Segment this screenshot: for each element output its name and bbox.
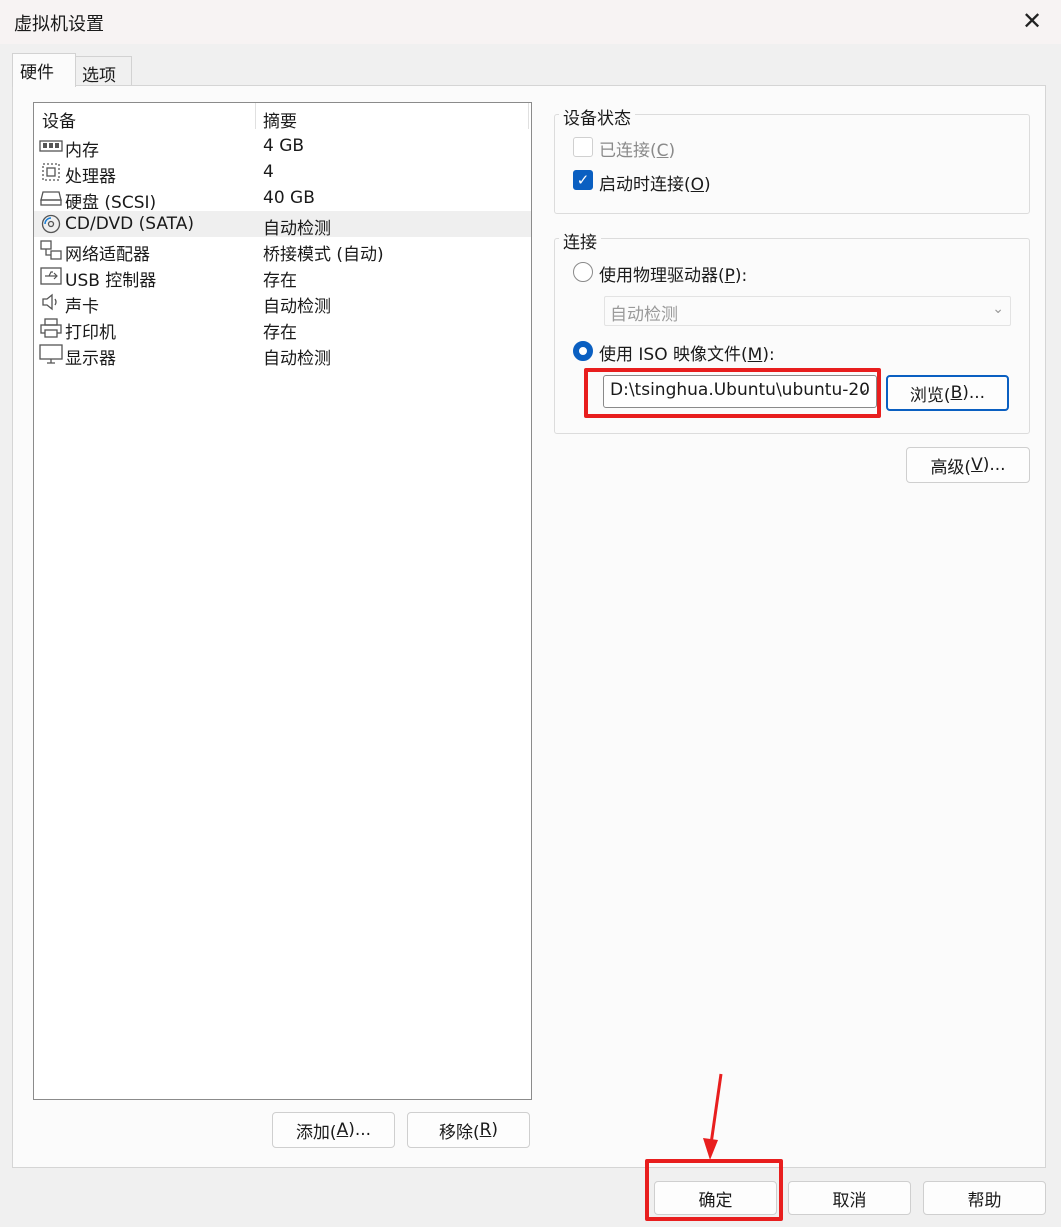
connected-label: 已连接(C)	[599, 136, 675, 161]
window-title: 虚拟机设置	[14, 14, 104, 35]
close-icon[interactable]: ✕	[1017, 6, 1047, 36]
remove-device-button[interactable]: 移除(R)	[407, 1112, 530, 1148]
device-row-hard-disk[interactable]: 硬盘 (SCSI) 40 GB	[34, 185, 531, 213]
tab-strip: 硬件 选项	[0, 44, 1061, 87]
connect-at-power-on-checkbox[interactable]: ✓	[573, 170, 593, 190]
cancel-button[interactable]: 取消	[788, 1181, 911, 1215]
device-summary: 桥接模式 (自动)	[263, 245, 384, 265]
physical-drive-label: 使用物理驱动器(P):	[599, 261, 747, 286]
physical-drive-select: 自动检测 ⌄	[604, 296, 1011, 326]
iso-image-accelerator: M	[747, 345, 763, 365]
remove-button-suffix: )	[491, 1120, 499, 1140]
device-name: CD/DVD (SATA)	[65, 214, 194, 234]
device-name: 显示器	[65, 349, 116, 369]
sound-card-icon	[42, 293, 57, 311]
connect-on-power-suffix: )	[704, 175, 711, 195]
physical-drive-suffix: ):	[734, 266, 748, 286]
chevron-down-icon: ⌄	[992, 301, 1004, 317]
device-status-legend: 设备状态	[559, 104, 635, 129]
connected-suffix: )	[668, 141, 676, 161]
browse-accelerator: B	[950, 383, 963, 403]
device-list-header: 设备 摘要	[34, 103, 531, 132]
ok-button[interactable]: 确定	[654, 1181, 777, 1215]
device-summary: 存在	[263, 271, 297, 291]
connected-text: 已连接(	[599, 141, 657, 161]
add-button-suffix: )...	[348, 1120, 372, 1140]
title-bar: 虚拟机设置 ✕	[0, 0, 1061, 44]
device-name: 打印机	[65, 323, 116, 343]
advanced-text: 高级(	[930, 457, 972, 478]
remove-button-text: 移除(	[438, 1122, 480, 1143]
connected-accelerator: C	[656, 141, 669, 161]
remove-button-accelerator: R	[479, 1120, 492, 1140]
device-name: 内存	[65, 141, 99, 161]
device-summary: 4	[263, 162, 274, 182]
physical-drive-accelerator: P	[724, 266, 735, 286]
connect-on-power-text: 启动时连接(	[599, 175, 691, 195]
add-device-button[interactable]: 添加(A)...	[272, 1112, 395, 1148]
add-button-accelerator: A	[336, 1120, 349, 1140]
iso-image-label: 使用 ISO 映像文件(M):	[599, 340, 775, 365]
printer-icon	[40, 318, 62, 338]
connect-on-power-accelerator: O	[690, 175, 705, 195]
cpu-icon	[42, 163, 60, 181]
add-button-text: 添加(	[295, 1122, 337, 1143]
browse-suffix: )...	[962, 383, 986, 403]
device-summary: 自动检测	[263, 219, 331, 239]
iso-image-text: 使用 ISO 映像文件(	[599, 345, 748, 365]
device-row-memory[interactable]: 内存 4 GB	[34, 133, 531, 161]
browse-text: 浏览(	[909, 385, 951, 406]
iso-highlight-box	[584, 368, 881, 418]
device-list[interactable]: 设备 摘要 内存 4 GB 处理器 4 硬盘 (SCSI) 40 GB CD/D…	[33, 102, 532, 1100]
device-summary: 40 GB	[263, 188, 315, 208]
advanced-suffix: )...	[982, 455, 1006, 475]
device-row-usb-controller[interactable]: USB 控制器 存在	[34, 263, 531, 291]
help-button[interactable]: 帮助	[923, 1181, 1046, 1215]
usb-icon	[40, 267, 62, 285]
device-row-processor[interactable]: 处理器 4	[34, 159, 531, 187]
physical-drive-text: 使用物理驱动器(	[599, 266, 725, 286]
memory-icon	[39, 140, 63, 152]
iso-image-radio[interactable]	[573, 341, 593, 361]
network-adapter-icon	[40, 240, 62, 260]
device-name: 声卡	[65, 297, 99, 317]
device-row-sound-card[interactable]: 声卡 自动检测	[34, 289, 531, 317]
device-row-cd-dvd[interactable]: CD/DVD (SATA) 自动检测	[34, 211, 531, 239]
hard-disk-icon	[40, 191, 62, 206]
connect-at-power-on-label: 启动时连接(O)	[599, 170, 711, 195]
column-header-device[interactable]: 设备	[42, 107, 76, 132]
connection-legend: 连接	[559, 228, 601, 253]
device-summary: 自动检测	[263, 297, 331, 317]
device-name: 处理器	[65, 167, 116, 187]
device-row-printer[interactable]: 打印机 存在	[34, 315, 531, 343]
device-name: 网络适配器	[65, 245, 150, 265]
connected-checkbox[interactable]	[573, 137, 593, 157]
pointer-arrow-annotation	[703, 1073, 723, 1160]
column-header-summary[interactable]: 摘要	[263, 107, 297, 132]
device-row-display[interactable]: 显示器 自动检测	[34, 341, 531, 369]
iso-image-suffix: ):	[762, 345, 775, 365]
browse-button[interactable]: 浏览(B)...	[886, 375, 1009, 411]
device-row-network-adapter[interactable]: 网络适配器 桥接模式 (自动)	[34, 237, 531, 265]
advanced-accelerator: V	[971, 455, 983, 475]
physical-drive-value: 自动检测	[610, 305, 678, 325]
device-summary: 4 GB	[263, 136, 305, 156]
device-summary: 存在	[263, 323, 297, 343]
advanced-button[interactable]: 高级(V)...	[906, 447, 1030, 483]
physical-drive-radio[interactable]	[573, 262, 593, 282]
cd-dvd-icon	[41, 214, 61, 234]
device-summary: 自动检测	[263, 349, 331, 369]
hardware-panel: 设备 摘要 内存 4 GB 处理器 4 硬盘 (SCSI) 40 GB CD/D…	[12, 85, 1046, 1168]
device-name: 硬盘 (SCSI)	[65, 193, 157, 213]
display-icon	[39, 344, 63, 364]
tab-hardware[interactable]: 硬件	[12, 53, 76, 87]
tab-options[interactable]: 选项	[74, 56, 132, 86]
device-status-group	[554, 114, 1030, 214]
device-name: USB 控制器	[65, 271, 157, 291]
